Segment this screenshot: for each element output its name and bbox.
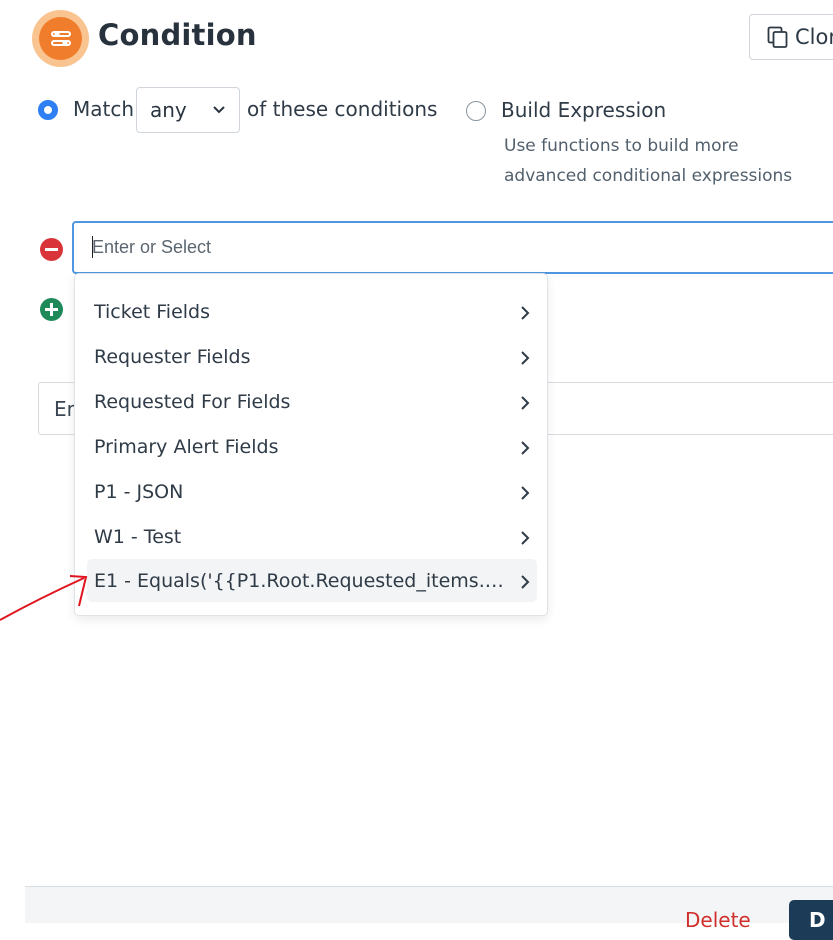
copy-icon — [767, 26, 788, 48]
match-type-select[interactable]: any — [136, 87, 240, 133]
dropdown-item-primary-alert-fields[interactable]: Primary Alert Fields — [87, 425, 537, 468]
dropdown-item-w1-test[interactable]: W1 - Test — [87, 515, 537, 558]
condition-field-input[interactable] — [72, 221, 833, 274]
chevron-right-icon — [521, 575, 530, 589]
chevron-right-icon — [521, 441, 530, 455]
dropdown-item-e1-equals[interactable]: E1 - Equals('{{P1.Root.Requested_items.R… — [87, 559, 537, 602]
primary-footer-button[interactable]: D — [789, 900, 833, 940]
remove-condition-icon[interactable] — [40, 238, 63, 261]
match-radio[interactable] — [38, 100, 58, 120]
clone-button-label: Clone — [795, 25, 833, 49]
clone-button[interactable]: Clone — [749, 14, 833, 60]
add-condition-icon[interactable] — [40, 298, 63, 321]
chevron-right-icon — [521, 531, 530, 545]
delete-button[interactable]: Delete — [685, 908, 751, 932]
build-expression-radio[interactable] — [466, 101, 486, 121]
match-label: Match — [73, 97, 135, 121]
chevron-down-icon — [213, 106, 225, 114]
match-type-value: any — [150, 98, 187, 122]
page-title: Condition — [98, 18, 257, 52]
footer-divider — [25, 886, 833, 887]
match-suffix-label: of these conditions — [247, 97, 438, 121]
annotation-arrow-icon — [0, 575, 88, 621]
dropdown-item-requested-for-fields[interactable]: Requested For Fields — [87, 380, 537, 423]
dropdown-item-p1-json[interactable]: P1 - JSON — [87, 470, 537, 513]
build-expression-label[interactable]: Build Expression — [501, 98, 666, 122]
chevron-right-icon — [521, 351, 530, 365]
field-dropdown-menu: Ticket Fields Requester Fields Requested… — [74, 273, 548, 616]
sliders-icon — [39, 17, 82, 60]
dropdown-item-requester-fields[interactable]: Requester Fields — [87, 335, 537, 378]
text-cursor — [92, 236, 93, 258]
chevron-right-icon — [521, 396, 530, 410]
chevron-right-icon — [521, 306, 530, 320]
dropdown-item-ticket-fields[interactable]: Ticket Fields — [87, 290, 537, 333]
build-expression-help: Use functions to build more advanced con… — [504, 136, 793, 186]
chevron-right-icon — [521, 486, 530, 500]
